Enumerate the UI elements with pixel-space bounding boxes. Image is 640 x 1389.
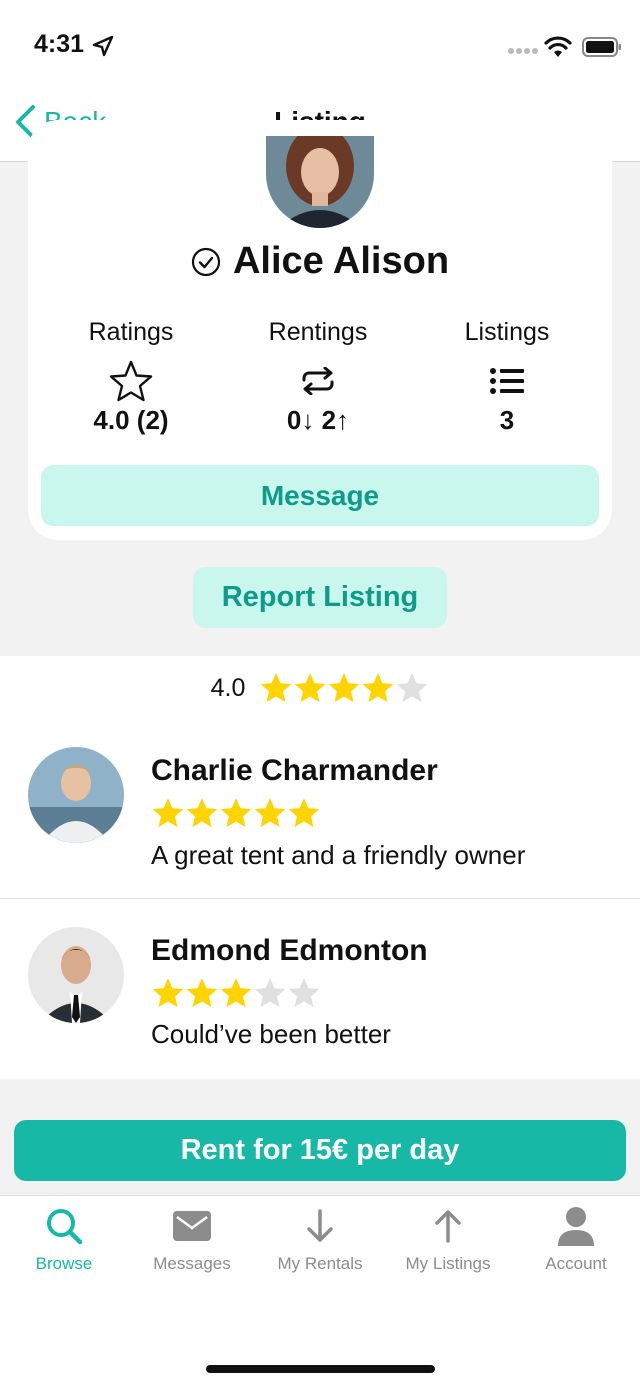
list-icon — [490, 368, 524, 394]
envelope-icon — [173, 1211, 211, 1241]
star-filled-icon — [295, 673, 326, 703]
stat-rentings-label: Rentings — [268, 318, 368, 346]
star-filled-icon — [254, 798, 286, 828]
signal-icon — [508, 48, 538, 54]
star-outline-icon — [109, 360, 153, 402]
star-filled-icon — [220, 798, 252, 828]
star-filled-icon — [261, 673, 292, 703]
review-stars — [151, 796, 321, 830]
arrow-down-icon — [307, 1209, 333, 1242]
profile-name-row: Alice Alison — [0, 240, 640, 283]
average-rating: 4.0 — [0, 671, 640, 705]
review-stars — [151, 976, 321, 1010]
stat-rentings-value: 0↓ 2↑ — [286, 405, 350, 435]
review-divider — [0, 898, 640, 899]
arrow-up-icon — [435, 1210, 461, 1243]
review-author: Charlie Charmander — [151, 754, 438, 787]
stat-listings-label: Listings — [464, 318, 550, 346]
star-empty-icon — [397, 673, 428, 703]
battery-icon — [582, 37, 621, 57]
tab-browse[interactable]: Browse — [0, 1204, 128, 1274]
stat-ratings-label: Ratings — [88, 318, 174, 346]
star-filled-icon — [329, 673, 360, 703]
tab-label: My Listings — [405, 1254, 491, 1273]
average-rating-stars — [259, 671, 429, 705]
stat-ratings: Ratings 4.0 (2) — [41, 318, 221, 436]
star-filled-icon — [186, 978, 218, 1008]
stat-rentings: Rentings 0↓ 2↑ — [228, 318, 408, 436]
report-listing-button[interactable]: Report Listing — [193, 567, 447, 628]
average-rating-value: 4.0 — [210, 673, 246, 702]
search-icon — [47, 1209, 83, 1245]
star-filled-icon — [288, 798, 320, 828]
star-filled-icon — [186, 798, 218, 828]
review-author: Edmond Edmonton — [151, 934, 428, 967]
star-filled-icon — [152, 978, 184, 1008]
repeat-icon — [302, 367, 334, 395]
person-icon — [558, 1207, 594, 1246]
tab-messages[interactable]: Messages — [128, 1204, 256, 1274]
verified-check-icon — [191, 247, 221, 276]
tab-label: Messages — [153, 1254, 231, 1273]
tab-label: Browse — [35, 1254, 93, 1273]
tab-my-rentals[interactable]: My Rentals — [256, 1204, 384, 1274]
status-time: 4:31 — [34, 30, 85, 58]
avatar — [28, 927, 124, 1023]
star-filled-icon — [152, 798, 184, 828]
wifi-icon — [544, 36, 572, 57]
review-text: A great tent and a friendly owner — [151, 840, 526, 870]
location-arrow-icon — [92, 35, 114, 57]
tab-label: Account — [545, 1254, 607, 1273]
stat-ratings-value: 4.0 (2) — [93, 405, 169, 435]
stat-listings: Listings 3 — [417, 318, 597, 436]
tab-label: My Rentals — [277, 1254, 363, 1273]
star-empty-icon — [254, 978, 286, 1008]
avatar — [28, 747, 124, 843]
star-empty-icon — [288, 978, 320, 1008]
review-text: Could’ve been better — [151, 1019, 391, 1049]
star-filled-icon — [363, 673, 394, 703]
home-indicator — [206, 1365, 435, 1373]
rent-button[interactable]: Rent for 15€ per day — [14, 1120, 626, 1181]
tab-account[interactable]: Account — [512, 1204, 640, 1274]
tab-my-listings[interactable]: My Listings — [384, 1204, 512, 1274]
star-filled-icon — [220, 978, 252, 1008]
message-button[interactable]: Message — [41, 465, 599, 526]
profile-name: Alice Alison — [232, 240, 450, 282]
stat-listings-value: 3 — [499, 405, 515, 435]
